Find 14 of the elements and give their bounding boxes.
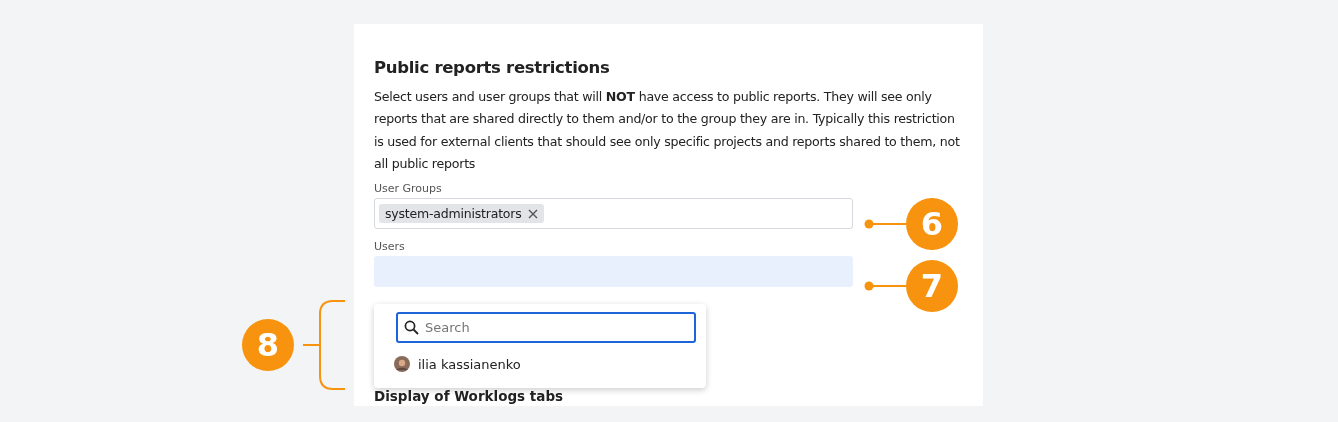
section-title: Display of Worklogs tabs (374, 388, 565, 405)
leader-line (864, 219, 906, 229)
search-field[interactable]: Search (396, 312, 696, 343)
avatar-icon (394, 356, 410, 372)
user-groups-field[interactable]: system-administrators (374, 198, 853, 230)
leader-line (864, 281, 906, 291)
tag-label: system-administrators (385, 206, 522, 222)
user-option[interactable]: ilia kassianenko (394, 356, 521, 372)
remove-icon[interactable] (527, 208, 538, 219)
section-title: Public reports restrictions (374, 58, 611, 77)
section-description: Select users and user groups that will NOT have access to public reports. They will see only reports that are shared directly to them and/or to the group they are in. Typically this restriction is used for external clients that should see only specific projects and reports shared to them, not all public reports (374, 88, 961, 173)
field-label: Users (374, 240, 406, 254)
field-label: User Groups (374, 182, 443, 196)
callout-number: 8 (242, 319, 294, 371)
